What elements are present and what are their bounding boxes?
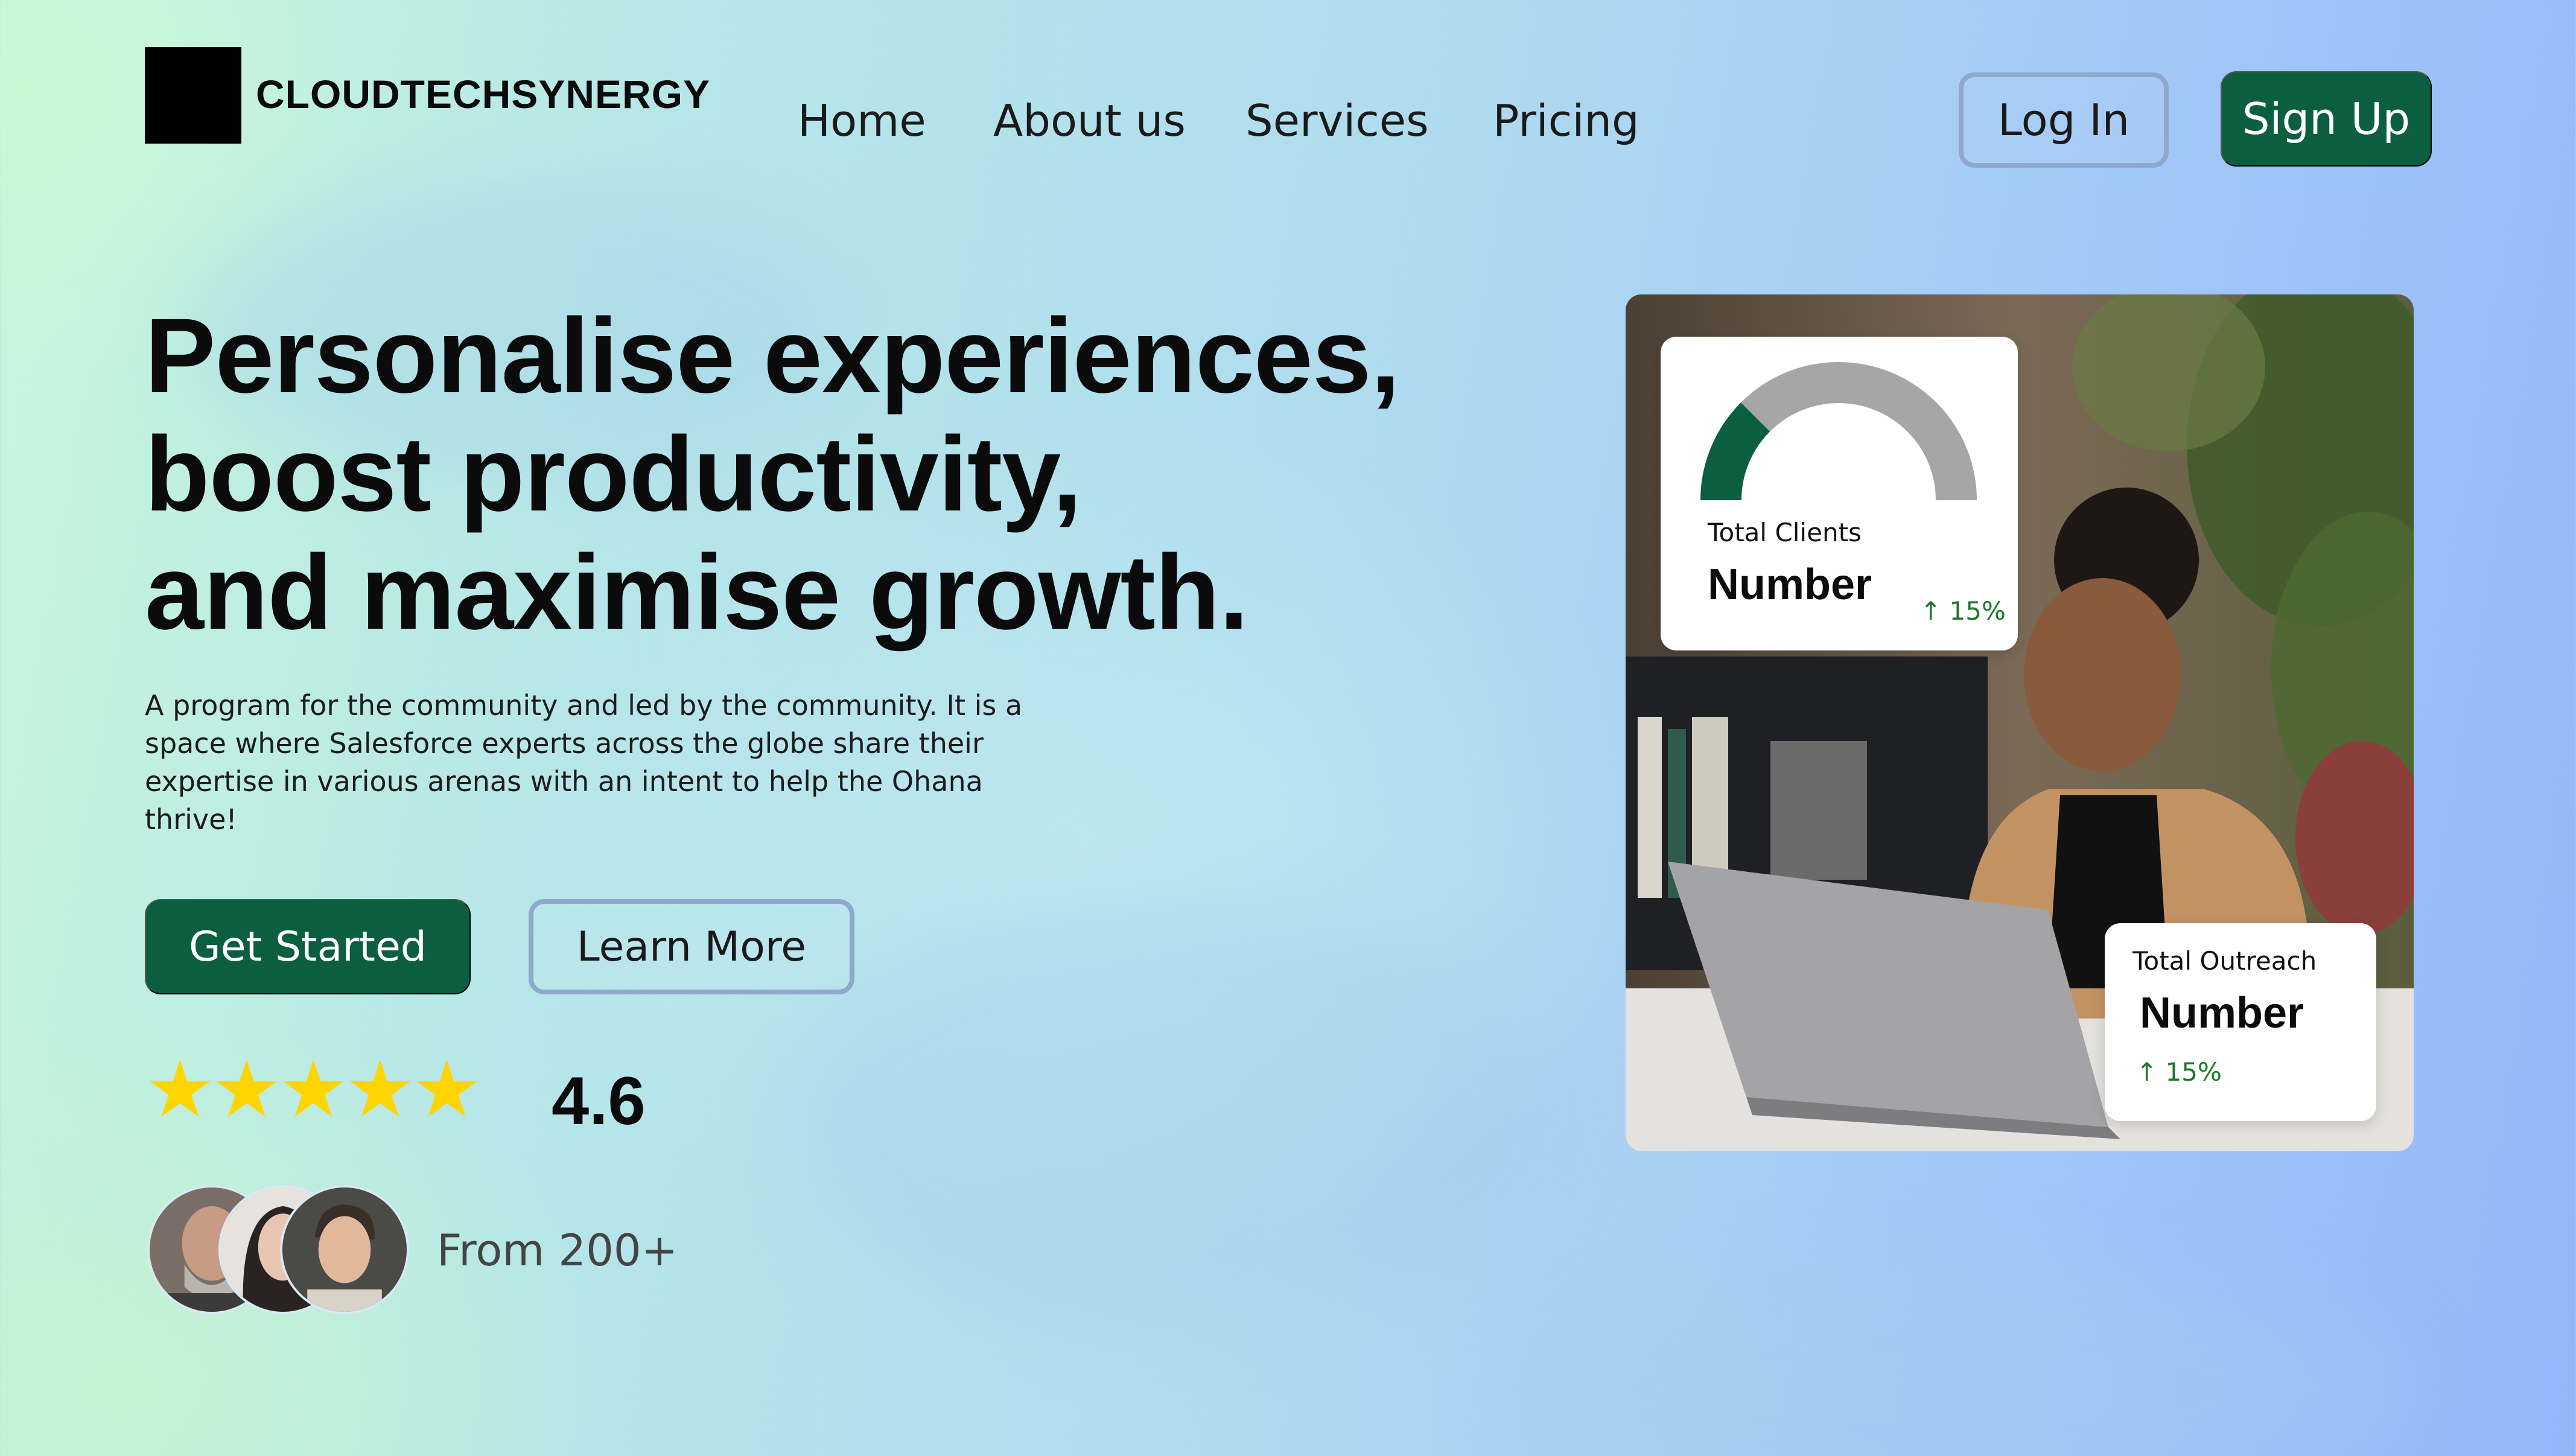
avatar: [280, 1185, 409, 1314]
clients-delta: ↑ 15%: [1920, 596, 2006, 626]
headline-line: boost productivity,: [145, 415, 1082, 533]
nav-pricing[interactable]: Pricing: [1493, 95, 1639, 146]
gauge-value-arc: [1700, 402, 1770, 501]
total-outreach-card[interactable]: Total Outreach Number ↑ 15%: [2105, 923, 2376, 1121]
outreach-number: Number: [2140, 989, 2304, 1037]
hero-description: A program for the community and led by t…: [145, 689, 1023, 836]
login-button[interactable]: Log In: [1959, 72, 2169, 168]
rating-value: 4.6: [552, 1063, 646, 1139]
gauge-remainder-arc: [1741, 362, 1977, 501]
brand-name[interactable]: CLOUDTECHSYNERGY: [256, 71, 710, 117]
nav-home[interactable]: Home: [798, 95, 926, 146]
hero-headline: Personalise experiences, boost productiv…: [145, 297, 1400, 652]
nav-about-us[interactable]: About us: [993, 95, 1186, 146]
social-proof-text: From 200+: [437, 1225, 678, 1276]
headline-line: Personalise experiences,: [145, 297, 1400, 415]
outreach-label: Total Outreach: [2132, 946, 2317, 976]
learn-more-button[interactable]: Learn More: [529, 899, 854, 994]
signup-button[interactable]: Sign Up: [2221, 71, 2432, 167]
background-cloud: [784, 905, 1569, 1327]
get-started-button[interactable]: Get Started: [145, 899, 471, 994]
outreach-delta: ↑ 15%: [2136, 1057, 2222, 1087]
nav-services[interactable]: Services: [1245, 95, 1429, 146]
clients-gauge: [1700, 362, 1977, 501]
total-clients-card[interactable]: Total Clients Number ↑ 15%: [1661, 337, 2018, 650]
headline-line: and maximise growth.: [145, 533, 1248, 652]
clients-label: Total Clients: [1708, 518, 1862, 547]
rating-stars: ★★★★★: [145, 1045, 482, 1133]
hero-photo: Total Clients Number ↑ 15% Total Outreac…: [1626, 294, 2414, 1151]
logo-mark[interactable]: [145, 47, 241, 144]
background-cloud: [1509, 1267, 2414, 1456]
clients-number: Number: [1708, 561, 1872, 609]
